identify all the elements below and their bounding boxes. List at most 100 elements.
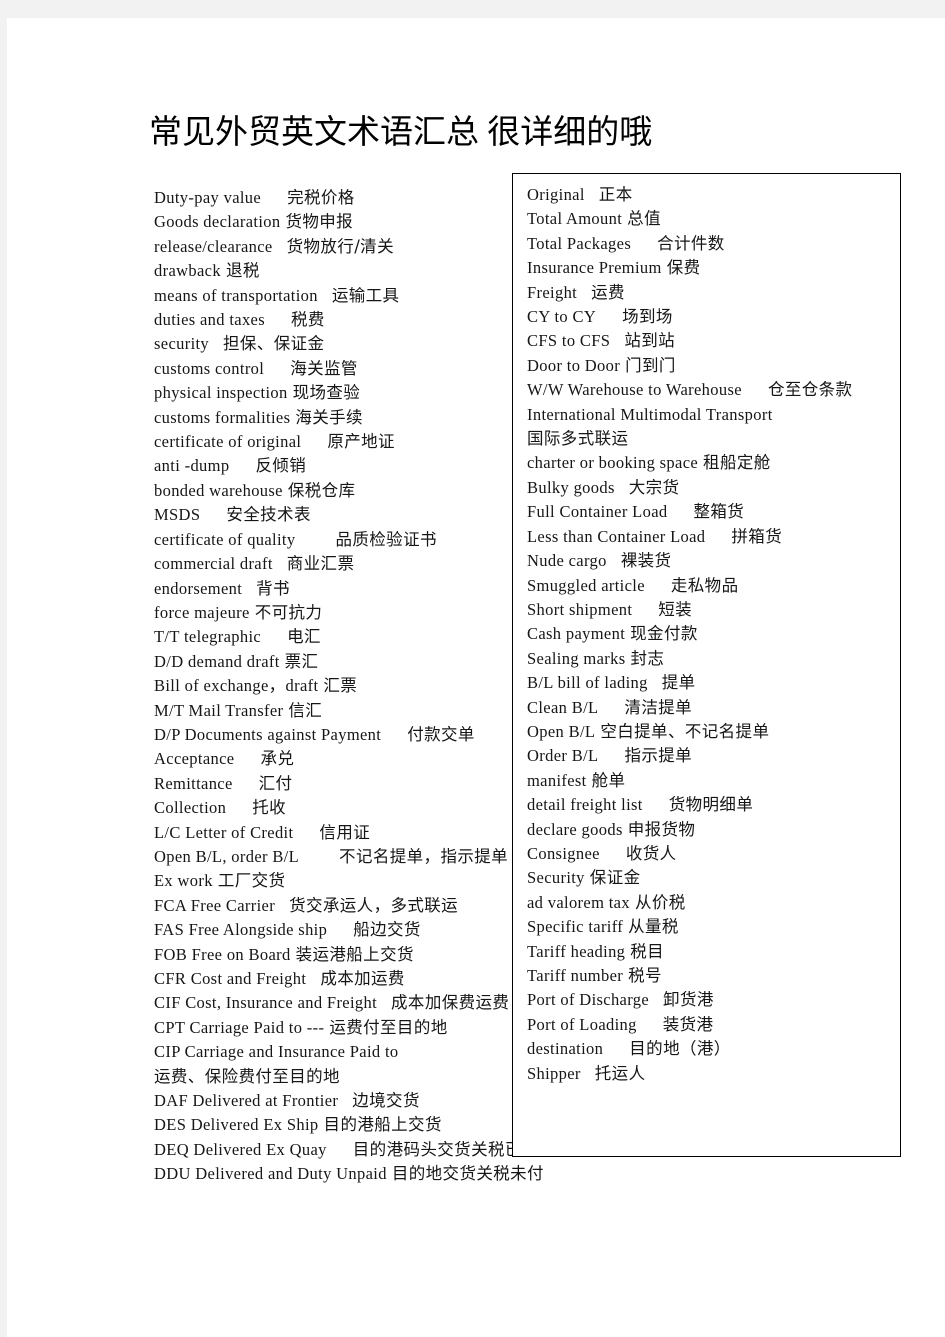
glossary-entry: customs control 海关监管 bbox=[154, 357, 554, 381]
glossary-entry: L/C Letter of Credit 信用证 bbox=[154, 821, 554, 845]
glossary-entry: charter or booking space 租船定舱 bbox=[527, 451, 899, 475]
glossary-entry: Smuggled article 走私物品 bbox=[527, 574, 899, 598]
term-chinese: 信汇 bbox=[288, 700, 323, 720]
glossary-entry: drawback 退税 bbox=[154, 259, 554, 283]
term-english: FAS Free Alongside ship bbox=[154, 920, 328, 940]
glossary-entry: Less than Container Load 拼箱货 bbox=[527, 525, 899, 549]
term-english: Consignee bbox=[527, 843, 600, 863]
term-chinese: 整箱货 bbox=[693, 502, 745, 522]
glossary-entry: CY to CY 场到场 bbox=[527, 305, 899, 329]
term-english: endorsement bbox=[154, 578, 243, 598]
glossary-entry: means of transportation 运输工具 bbox=[154, 284, 554, 308]
term-chinese: 货交承运人，多式联运 bbox=[289, 895, 459, 915]
glossary-entry: Open B/L 空白提单、不记名提单 bbox=[527, 720, 899, 744]
term-english: D/D demand draft bbox=[154, 651, 280, 671]
term-chinese: 走私物品 bbox=[670, 575, 739, 595]
term-english: L/C Letter of Credit bbox=[154, 822, 294, 842]
glossary-entry: DAF Delivered at Frontier 边境交货 bbox=[154, 1089, 554, 1113]
glossary-entry: Total Amount 总值 bbox=[527, 207, 899, 231]
term-english: Insurance Premium bbox=[527, 258, 662, 278]
term-english: Specific tariff bbox=[527, 917, 624, 937]
glossary-entry: Total Packages 合计件数 bbox=[527, 232, 899, 256]
term-english: FCA Free Carrier bbox=[154, 895, 276, 915]
term-english: M/T Mail Transfer bbox=[154, 700, 284, 720]
glossary-entry: ad valorem tax 从价税 bbox=[527, 891, 899, 915]
glossary-entry: force majeure 不可抗力 bbox=[154, 601, 554, 625]
term-chinese: 不可抗力 bbox=[254, 602, 323, 622]
term-chinese: 运费 bbox=[591, 282, 625, 302]
term-chinese: 目的港码头交货关税已付 bbox=[352, 1139, 539, 1159]
term-chinese: 边境交货 bbox=[352, 1091, 420, 1111]
term-english: declare goods bbox=[527, 819, 623, 839]
left-glossary-column: Duty-pay value 完税价格 Goods declaration 货物申报 r… bbox=[154, 186, 554, 1187]
glossary-entry: duties and taxes 税费 bbox=[154, 308, 554, 332]
term-chinese: 国际多式联运 bbox=[527, 429, 629, 449]
term-chinese: 指示提单 bbox=[624, 746, 693, 766]
term-english: Cash payment bbox=[527, 624, 626, 644]
glossary-entry: Consignee 收货人 bbox=[527, 842, 899, 866]
term-english: Freight bbox=[527, 282, 578, 302]
right-glossary-box: Original 正本 Total Amount 总值 Total Packages 合计… bbox=[512, 173, 901, 1157]
glossary-entry: Security 保证金 bbox=[527, 866, 899, 890]
glossary-entry: Nude cargo 裸装货 bbox=[527, 549, 899, 573]
term-english: Tariff number bbox=[527, 966, 624, 985]
glossary-entry: Tariff heading 税目 bbox=[527, 940, 899, 964]
term-english: Goods declaration bbox=[154, 212, 281, 232]
term-english: Original bbox=[527, 185, 585, 204]
term-english: Bulky goods bbox=[527, 477, 615, 497]
term-chinese: 反倾销 bbox=[255, 456, 307, 476]
glossary-entry: Port of Loading 装货港 bbox=[527, 1013, 899, 1037]
glossary-entry: D/D demand draft 票汇 bbox=[154, 650, 554, 674]
glossary-entry: W/W Warehouse to Warehouse 仓至仓条款 bbox=[527, 378, 899, 402]
term-english: DDU Delivered and Duty Unpaid bbox=[154, 1164, 387, 1184]
term-chinese: 货物放行/清关 bbox=[286, 236, 394, 256]
term-chinese: 货物申报 bbox=[285, 212, 354, 232]
glossary-entry: Bill of exchange，draft 汇票 bbox=[154, 674, 554, 698]
term-chinese: 合计件数 bbox=[657, 233, 725, 253]
term-chinese: 短装 bbox=[658, 599, 693, 619]
term-english: customs formalities bbox=[154, 407, 291, 427]
term-english: Open B/L bbox=[527, 721, 596, 741]
term-english: Order B/L bbox=[527, 746, 599, 766]
term-chinese: 保费 bbox=[666, 258, 701, 278]
glossary-entry: FAS Free Alongside ship 船边交货 bbox=[154, 918, 554, 942]
term-chinese: 运输工具 bbox=[331, 285, 400, 305]
term-chinese: 货物明细单 bbox=[668, 795, 754, 815]
term-chinese: 租船定舱 bbox=[703, 453, 771, 473]
glossary-entry: Duty-pay value 完税价格 bbox=[154, 186, 554, 210]
term-chinese: 提单 bbox=[661, 673, 696, 693]
term-english: Bill of exchange，draft bbox=[154, 676, 319, 696]
glossary-entry: declare goods 申报货物 bbox=[527, 818, 899, 842]
term-chinese: 空白提单、不记名提单 bbox=[600, 721, 770, 741]
term-chinese: 完税价格 bbox=[287, 188, 355, 207]
glossary-entry: D/P Documents against Payment 付款交单 bbox=[154, 723, 554, 747]
term-chinese: 目的港船上交货 bbox=[323, 1115, 442, 1135]
glossary-entry: destination 目的地（港） bbox=[527, 1037, 899, 1061]
term-chinese: 承兑 bbox=[260, 749, 295, 769]
term-chinese: 目的地交货关税未付 bbox=[391, 1164, 544, 1184]
term-english: physical inspection bbox=[154, 383, 288, 403]
term-chinese: 汇付 bbox=[258, 773, 293, 793]
glossary-entry: International Multimodal Transport 国际多式联运 bbox=[527, 403, 899, 452]
glossary-entry: Clean B/L 清洁提单 bbox=[527, 696, 899, 720]
term-english: Security bbox=[527, 868, 585, 888]
glossary-entry: Acceptance 承兑 bbox=[154, 747, 554, 771]
term-english: bonded warehouse bbox=[154, 480, 283, 500]
term-chinese: 海关手续 bbox=[295, 407, 363, 427]
term-english: CIP Carriage and Insurance Paid to bbox=[154, 1042, 399, 1062]
term-english: release/clearance bbox=[154, 236, 273, 256]
term-english: security bbox=[154, 334, 210, 354]
term-english: commercial draft bbox=[154, 554, 273, 574]
glossary-entry: Ex work 工厂交货 bbox=[154, 869, 554, 893]
term-chinese: 海关监管 bbox=[290, 358, 358, 378]
term-chinese: 税号 bbox=[628, 966, 662, 985]
term-english: means of transportation bbox=[154, 285, 318, 305]
document-page: 常见外贸英文术语汇总 很详细的哦 Duty-pay value 完税价格 Goods… bbox=[7, 18, 945, 1337]
term-english: DAF Delivered at Frontier bbox=[154, 1091, 339, 1111]
term-chinese: 品质检验证书 bbox=[335, 529, 437, 549]
term-english: Less than Container Load bbox=[527, 526, 706, 546]
term-chinese: 从价税 bbox=[634, 892, 686, 912]
term-chinese: 汇票 bbox=[323, 676, 358, 696]
term-english: Total Amount bbox=[527, 209, 623, 229]
term-english: DEQ Delivered Ex Quay bbox=[154, 1139, 327, 1159]
